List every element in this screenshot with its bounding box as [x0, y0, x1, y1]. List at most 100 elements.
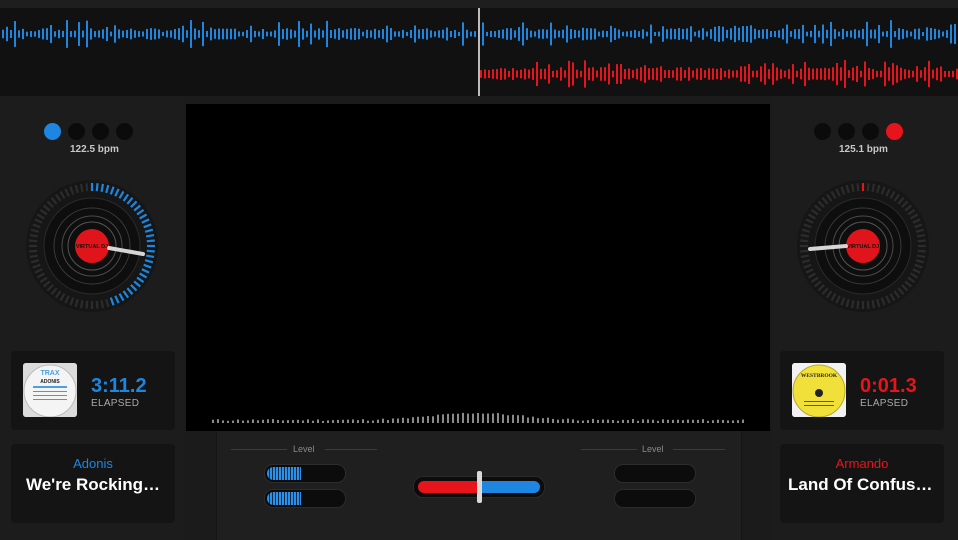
spectrum-bar	[232, 420, 234, 423]
waveform-bar	[720, 68, 722, 80]
waveform-bar	[716, 68, 718, 80]
spectrum-bar	[532, 416, 534, 423]
spectrum-bar	[702, 419, 704, 423]
spectrum-bar	[397, 418, 399, 423]
spectrum-bar	[427, 416, 429, 423]
deck-right-album-cover-icon[interactable]: WESTBROOK	[792, 363, 846, 417]
waveform-bar	[892, 63, 894, 85]
waveform-bar	[508, 70, 510, 78]
waveform-bar	[668, 69, 670, 79]
spectrum-bar	[437, 414, 439, 423]
deck-right-level-meter[interactable]	[614, 489, 696, 508]
waveform-bar	[612, 70, 614, 78]
waveform-bar	[588, 67, 590, 81]
waveform-bar	[832, 67, 834, 81]
waveform-bar	[520, 69, 522, 79]
spectrum-bar	[632, 419, 634, 423]
spectrum-bar	[312, 420, 314, 423]
waveform-bar	[492, 69, 494, 79]
deck-left-level-meter[interactable]	[264, 489, 346, 508]
spectrum-bar	[602, 419, 604, 423]
spectrum-bar	[352, 419, 354, 423]
waveform-bar	[728, 69, 730, 79]
spectrum-bar	[682, 420, 684, 423]
spectrum-bar	[422, 416, 424, 423]
waveform-bar	[748, 64, 750, 84]
spectrum-bar	[707, 420, 709, 423]
waveform-bar	[828, 68, 830, 80]
spectrum-bar	[562, 419, 564, 423]
spectrum-bar	[417, 416, 419, 423]
waveform-bar	[488, 69, 490, 79]
waveform-bar	[560, 67, 562, 81]
waveform-bar	[820, 68, 822, 80]
spectrum-bar	[482, 413, 484, 423]
spectrum-bar	[512, 414, 514, 423]
platter-tick	[100, 183, 105, 193]
deck-right-level-meter[interactable]	[614, 464, 696, 483]
spectrum-bar	[382, 418, 384, 423]
spectrum-bar	[537, 418, 539, 423]
waveform-bar	[860, 70, 862, 78]
platter-tick	[800, 239, 809, 243]
waveform-bar	[556, 70, 558, 78]
deck-right-time-label: ELAPSED	[860, 398, 909, 409]
spectrum-bar	[377, 419, 379, 423]
divider	[581, 449, 637, 450]
spectrum-bar	[262, 419, 264, 423]
waveform-bar	[596, 70, 598, 78]
waveform-bar	[920, 70, 922, 78]
spectrum-bar	[677, 419, 679, 423]
deck-right-bpm: 125.1 bpm	[839, 144, 888, 155]
waveform-bar	[812, 68, 814, 80]
spectrum-bar	[227, 420, 229, 423]
waveform-bar	[564, 70, 566, 78]
waveform-bar	[792, 64, 794, 84]
spectrum-bar	[652, 419, 654, 423]
platter-tick	[29, 249, 38, 253]
waveform-bar	[756, 70, 758, 78]
waveform-bar	[912, 70, 914, 78]
waveform-bar	[700, 68, 702, 80]
platter-tick	[916, 233, 926, 238]
beat-dot	[116, 123, 133, 140]
beat-dot	[862, 123, 879, 140]
waveform-bar	[784, 70, 786, 78]
svg-text:ADONIS: ADONIS	[40, 379, 60, 385]
waveform-bar	[524, 68, 526, 80]
deck-right-info-card: WESTBROOK 0:01.3 ELAPSED	[780, 351, 944, 430]
spectrum-bar	[697, 419, 699, 423]
waveform-bar	[864, 61, 866, 87]
spectrum-bar	[477, 412, 479, 423]
video-preview	[186, 104, 770, 431]
crossfader-handle[interactable]	[477, 471, 482, 503]
spectrum-bar	[217, 419, 219, 423]
platter-tick	[850, 183, 855, 193]
waveform-overview[interactable]	[0, 0, 958, 96]
crossfader[interactable]	[413, 471, 545, 503]
waveform-bar	[768, 69, 770, 79]
spectrum-bar	[582, 420, 584, 423]
waveform-bar	[852, 67, 854, 81]
deck-left-level-meter[interactable]	[264, 464, 346, 483]
waveform-bar	[616, 64, 618, 84]
spectrum-bar	[212, 419, 214, 423]
waveform-bar	[608, 63, 610, 85]
spectrum-bar	[522, 415, 524, 423]
spectrum-bar	[317, 419, 319, 423]
waveform-bar	[916, 66, 918, 82]
deck-left-info-card: TRAX ADONIS 3:11.2 ELAPSED	[11, 351, 175, 430]
spectrum-bar	[307, 419, 309, 423]
platter-tick	[145, 254, 155, 259]
spectrum-bar	[607, 419, 609, 423]
deck-right-turntable-platter-icon[interactable]: VIRTUAL DJ	[796, 179, 930, 313]
waveform-bar	[504, 68, 506, 80]
spectrum-bar	[407, 418, 409, 423]
platter-tick	[916, 254, 926, 259]
deck-left-turntable-platter-icon[interactable]: VIRTUAL DJ	[25, 179, 159, 313]
spectrum-bar	[387, 420, 389, 423]
deck-left-album-cover-icon[interactable]: TRAX ADONIS	[23, 363, 77, 417]
meter-fill	[267, 492, 302, 505]
svg-text:TRAX: TRAX	[40, 370, 59, 377]
spectrum-bar	[612, 420, 614, 423]
